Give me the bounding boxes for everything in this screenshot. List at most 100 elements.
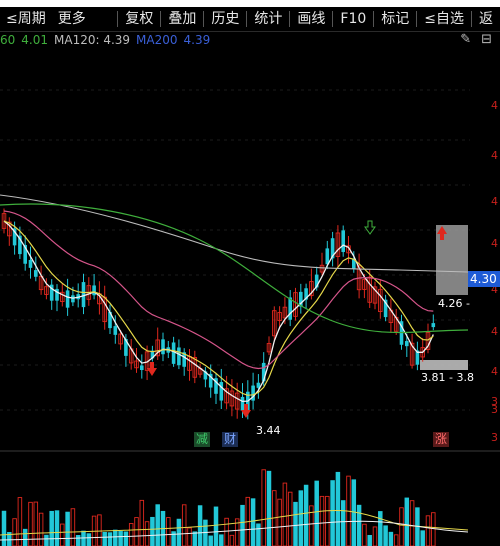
candle-body: [81, 282, 86, 308]
reduce-marker[interactable]: 减: [194, 432, 211, 447]
ma-line-pink: [3, 210, 434, 370]
rise-marker[interactable]: 涨: [433, 432, 450, 447]
volume-bar: [22, 528, 28, 546]
candle-body: [34, 270, 38, 277]
volume-bar: [44, 534, 49, 546]
ma60-line: [0, 203, 469, 334]
axis-tick: 3: [491, 431, 498, 444]
volume-bar: [81, 530, 86, 546]
volume-bar: [293, 501, 298, 546]
volume-bar: [86, 533, 92, 546]
candle-body: [177, 347, 181, 366]
volume-bar: [144, 521, 150, 546]
volume-bar: [240, 504, 245, 546]
sell-arrow-icon: [364, 220, 376, 235]
candle-body: [140, 365, 144, 371]
volume-bar: [150, 516, 155, 546]
volume-bar: [325, 495, 330, 546]
volume-bar: [12, 518, 17, 546]
volume-bar: [1, 510, 7, 546]
volume-bar: [256, 523, 261, 546]
axis-tick: 3: [491, 403, 498, 416]
volume-bar: [181, 504, 187, 546]
candle-body: [405, 341, 409, 347]
kline-chart[interactable]: [0, 0, 500, 546]
volume-bar: [287, 491, 293, 546]
candle-body: [288, 297, 292, 320]
volume-bar: [250, 498, 256, 546]
volume-bar: [49, 510, 54, 546]
candle-body: [325, 248, 330, 265]
candle-body: [113, 326, 118, 335]
volume-bar: [298, 490, 304, 546]
volume-bar: [166, 517, 171, 546]
volume-bar: [431, 512, 436, 546]
volume-bar: [38, 512, 44, 546]
volume-bar: [409, 500, 415, 546]
volume-bar: [113, 529, 118, 546]
volume-bar: [393, 534, 399, 546]
volume-bar: [378, 511, 383, 546]
volume-bar: [75, 535, 81, 546]
current-price-tag: 4.30: [468, 271, 500, 287]
candle-body: [240, 396, 245, 411]
volume-bar: [399, 507, 404, 546]
finance-marker[interactable]: 财: [222, 432, 239, 447]
axis-tick: 4: [491, 195, 498, 208]
volume-bar: [139, 499, 145, 546]
ma-line-yellow: [3, 220, 434, 396]
volume-bar: [187, 527, 192, 546]
volume-bar: [60, 523, 65, 546]
volume-bar: [224, 517, 229, 546]
volume-bar: [134, 517, 139, 546]
volume-bar: [367, 534, 372, 546]
volume-bar: [192, 531, 198, 546]
volume-bar: [107, 532, 113, 546]
volume-bar: [362, 523, 367, 546]
candle-body: [431, 323, 436, 328]
axis-tick: 4: [491, 99, 498, 112]
volume-bar: [70, 508, 76, 546]
volume-bar: [128, 523, 134, 546]
axis-tick: 4: [491, 325, 498, 338]
volume-bar: [97, 514, 102, 546]
volume-bar: [388, 531, 394, 546]
axis-tick: 4: [491, 237, 498, 250]
candle-body: [92, 285, 96, 296]
volume-bar: [213, 506, 219, 546]
highlight-box: [420, 360, 468, 370]
volume-bar: [123, 531, 129, 546]
volume-bar: [303, 484, 309, 546]
volume-bar: [420, 530, 425, 546]
volume-bar: [17, 497, 23, 546]
axis-tick: 4: [491, 365, 498, 378]
volume-bar: [197, 505, 203, 546]
upper-level-label: 4.26 -: [438, 297, 470, 310]
volume-bar: [155, 504, 160, 546]
volume-bar: [335, 471, 341, 546]
volume-bar: [340, 500, 346, 546]
candle-body: [28, 259, 33, 268]
volume-bar: [118, 531, 123, 546]
volume-bar: [425, 515, 431, 546]
volume-bar: [356, 504, 362, 546]
volume-bar: [330, 480, 335, 546]
volume-ma-line: [0, 510, 469, 536]
volume-bar: [219, 534, 224, 546]
volume-bar: [266, 470, 272, 546]
volume-bar: [282, 482, 288, 546]
volume-bar: [229, 534, 235, 546]
ma-line-white: [3, 220, 434, 403]
candle-body: [65, 290, 70, 308]
volume-bar: [54, 510, 60, 546]
volume-bar: [314, 480, 319, 546]
candle-body: [161, 339, 165, 355]
candle-body: [341, 230, 345, 253]
low-price-label: 3.44: [256, 424, 281, 437]
volume-bar: [65, 511, 70, 546]
volume-bar: [404, 497, 410, 546]
candle-body: [219, 382, 224, 401]
candle-body: [171, 342, 176, 364]
volume-bar: [208, 535, 213, 546]
right-price-axis: 4 4 4 4 4 4 4 3 3 3: [484, 31, 500, 451]
